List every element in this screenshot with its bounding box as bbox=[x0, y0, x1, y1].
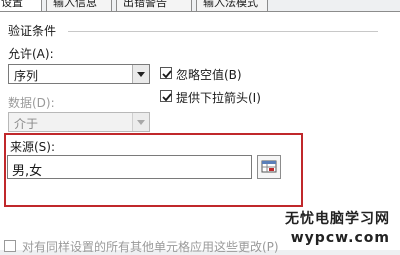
range-select-icon bbox=[261, 160, 277, 173]
dropdown-arrow-label[interactable]: 提供下拉箭头(I) bbox=[176, 89, 261, 106]
watermark-url: wypcw.com bbox=[290, 230, 390, 246]
data-select-value: 介于 bbox=[14, 117, 39, 131]
tab-ime-mode[interactable]: 输入法模式 bbox=[196, 0, 268, 11]
apply-all-checkbox[interactable] bbox=[4, 240, 16, 252]
tab-strip: 设置 输入信息 出错警告 输入法模式 bbox=[0, 0, 400, 12]
allow-select-arrow[interactable] bbox=[132, 65, 149, 83]
tab-error-alert[interactable]: 出错警告 bbox=[116, 0, 192, 11]
source-label: 来源(S): bbox=[10, 140, 56, 154]
tab-input-message[interactable]: 输入信息 bbox=[46, 0, 112, 11]
allow-select[interactable]: 序列 bbox=[8, 64, 150, 84]
chevron-down-icon bbox=[137, 71, 145, 77]
allow-select-value: 序列 bbox=[14, 69, 39, 83]
source-input-value: 男,女 bbox=[12, 164, 43, 179]
group-title: 验证条件 bbox=[8, 24, 57, 38]
range-select-button[interactable] bbox=[257, 155, 281, 179]
ignore-blank-checkbox[interactable] bbox=[160, 67, 172, 79]
checkmark-icon bbox=[162, 70, 172, 79]
watermark-title: 无忧电脑学习网 bbox=[285, 211, 390, 227]
chevron-down-icon bbox=[137, 119, 145, 125]
watermark: 无忧电脑学习网 wypcw.com bbox=[285, 208, 390, 246]
source-input[interactable]: 男,女 bbox=[7, 155, 252, 179]
data-label: 数据(D): bbox=[8, 96, 55, 110]
dropdown-arrow-checkbox[interactable] bbox=[160, 90, 172, 102]
tab-settings[interactable]: 设置 bbox=[0, 0, 42, 11]
group-divider bbox=[68, 31, 378, 32]
data-select[interactable]: 介于 bbox=[8, 112, 150, 132]
ignore-blank-label[interactable]: 忽略空值(B) bbox=[176, 66, 242, 83]
data-select-arrow[interactable] bbox=[132, 113, 149, 131]
checkmark-icon bbox=[162, 93, 172, 102]
apply-all-label[interactable]: 对有同样设置的所有其他单元格应用这些更改(P) bbox=[22, 238, 279, 255]
allow-label: 允许(A): bbox=[8, 47, 54, 61]
